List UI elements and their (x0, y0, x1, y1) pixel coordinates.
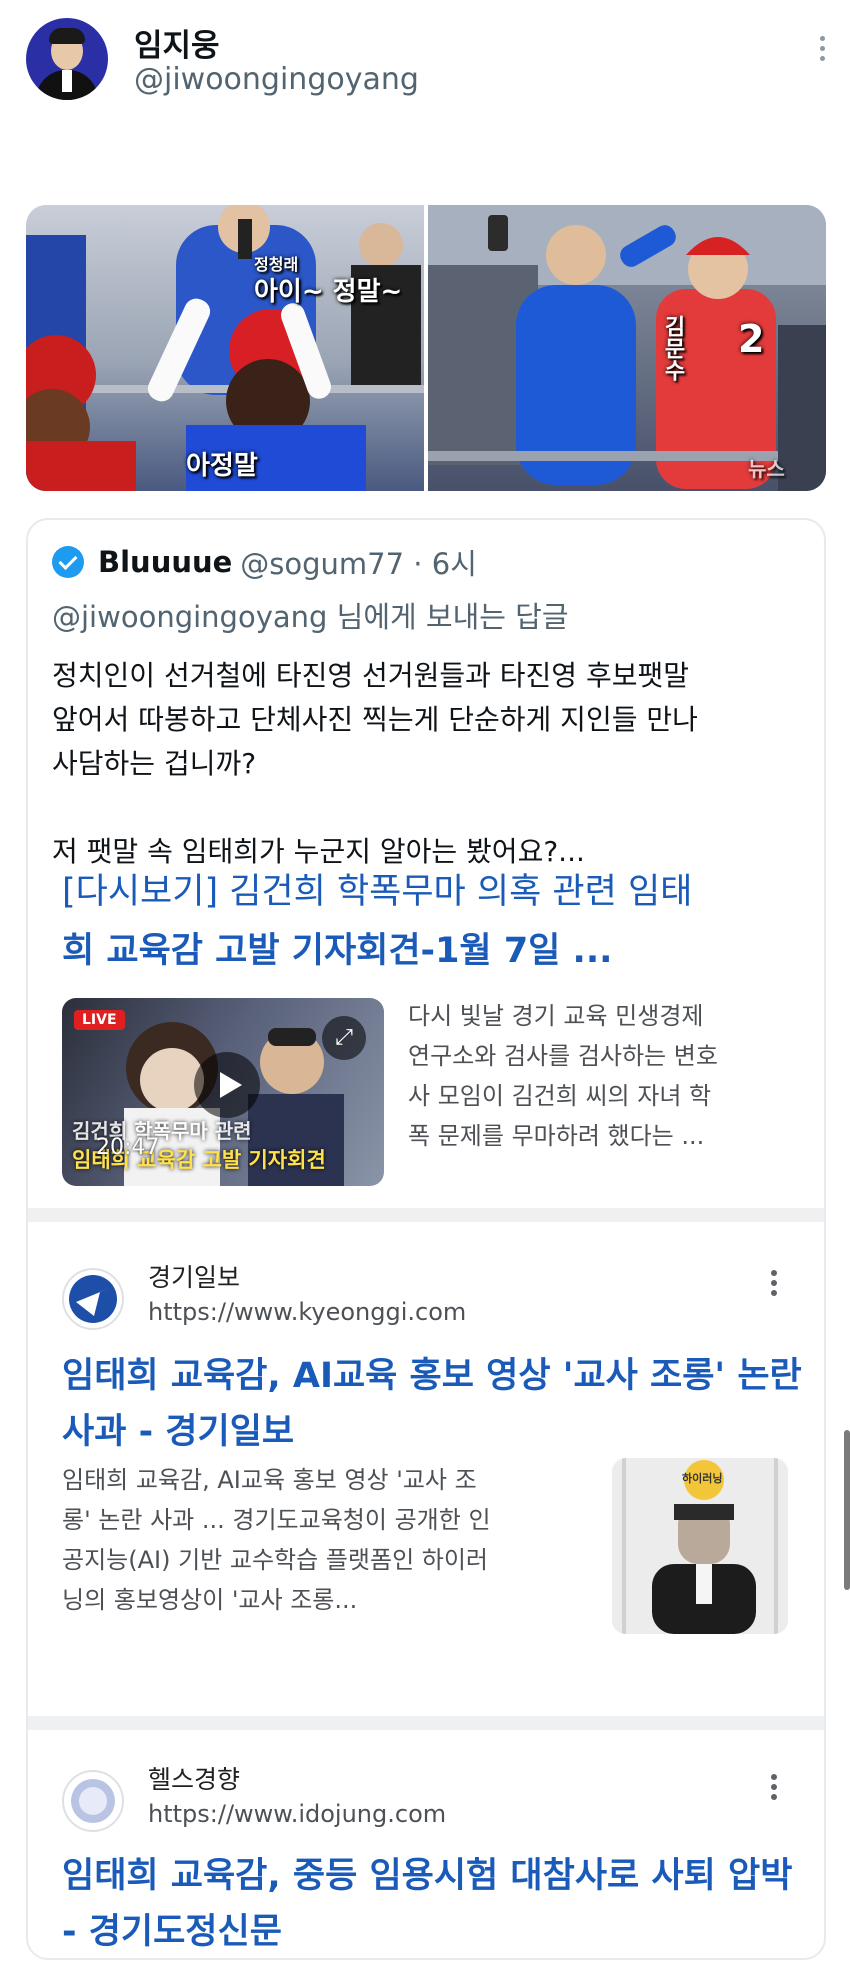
result2-snippet: 임태희 교육감, AI교육 홍보 영상 '교사 조 롱' 논란 사과 ... 경… (62, 1466, 491, 1614)
result3-title[interactable]: 임태희 교육감, 중등 임용시험 대참사로 사퇴 압박 - 경기도정신문 (62, 1848, 802, 1958)
verified-badge-icon (52, 546, 84, 578)
expand-icon[interactable]: ⤢ (322, 1016, 366, 1060)
news-watermark: 뉴스 (748, 457, 785, 481)
candidate-number: 2 (738, 317, 765, 361)
result2-thumbnail-caption: 하이러닝 (682, 1472, 723, 1485)
tweet-photo-left[interactable]: 정청래 아이~ 정말~ 아정말 (26, 205, 424, 491)
quote-author-name[interactable]: Bluuuue (98, 545, 232, 579)
result3-more-icon[interactable] (770, 1774, 778, 1804)
search-result-idojung[interactable]: 헬스경향 https://www.idojung.com 임태희 교육감, 중등… (28, 1730, 824, 1958)
result2-more-icon[interactable] (770, 1270, 778, 1300)
video-duration: 20:47 (96, 1135, 160, 1160)
author-handle[interactable]: @jiwoongingoyang (134, 62, 419, 97)
search-result-kyeonggi[interactable]: 경기일보 https://www.kyeonggi.com 임태희 교육감, A… (28, 1222, 824, 1634)
author-name[interactable]: 임지웅 (134, 20, 220, 65)
result2-url: https://www.kyeonggi.com (148, 1298, 467, 1326)
result1-title[interactable]: 희 교육감 고발 기자회견-1월 7일 ... (62, 922, 612, 973)
scrollbar[interactable] (844, 1430, 850, 1590)
idojung-logo-icon (62, 1770, 124, 1832)
tweet-photo-right[interactable]: 김문수 2 뉴스 (428, 205, 826, 491)
reply-suffix: 님에게 보내는 답글 (327, 600, 569, 634)
photo-caption-sub: 아정말 (186, 451, 258, 481)
reply-mention-link[interactable]: @jiwoongingoyang (52, 600, 327, 634)
quote-text: 정치인이 선거철에 타진영 선거원들과 타진영 후보팻말 앞어서 따봉하고 단체… (52, 659, 698, 868)
result1-video-thumbnail[interactable]: LIVE ⤢ 김건희 학폭무마 관련 임태희 교육감 고발 기자회견 20:47 (62, 998, 384, 1186)
result2-site-name: 경기일보 (148, 1263, 241, 1292)
result3-url: https://www.idojung.com (148, 1800, 447, 1828)
quote-author-meta: @sogum77 · 6시 (240, 547, 477, 581)
result-divider (28, 1716, 824, 1730)
result1-title-cut: [다시보기] 김건희 학폭무마 의혹 관련 임태 (62, 872, 693, 912)
result2-thumbnail[interactable]: 하이러닝 (612, 1458, 788, 1634)
kyeonggi-logo-icon (62, 1268, 124, 1330)
result3-site-name: 헬스경향 (148, 1765, 241, 1794)
more-options-icon[interactable] (818, 36, 826, 66)
result-divider (28, 1208, 824, 1222)
result1-snippet: 다시 빛날 경기 교육 민생경제 연구소와 검사를 검사하는 변호 사 모임이 … (408, 1002, 718, 1150)
tweet-header: 임지웅 @jiwoongingoyang (26, 16, 826, 106)
reply-context: @jiwoongingoyang 님에게 보내는 답글 (52, 594, 569, 636)
photo-caption-quote: 아이~ 정말~ (254, 277, 403, 307)
quote-tweet-card[interactable]: Bluuuue @sogum77 · 6시 @jiwoongingoyang 님… (26, 518, 826, 1960)
play-icon[interactable] (194, 1052, 260, 1118)
candidate-name-tag: 김문수 (660, 315, 685, 381)
live-badge: LIVE (74, 1010, 125, 1030)
embedded-search-screenshot[interactable]: [다시보기] 김건희 학폭무마 의혹 관련 임태 희 교육감 고발 기자회견-1… (28, 872, 824, 1958)
avatar[interactable] (26, 18, 108, 100)
quote-header: Bluuuue @sogum77 · 6시 (52, 542, 477, 582)
result2-title[interactable]: 임태희 교육감, AI교육 홍보 영상 '교사 조롱' 논란 사과 - 경기일보 (62, 1348, 802, 1460)
tweet-media-grid: 정청래 아이~ 정말~ 아정말 김문수 2 뉴스 (26, 205, 826, 491)
